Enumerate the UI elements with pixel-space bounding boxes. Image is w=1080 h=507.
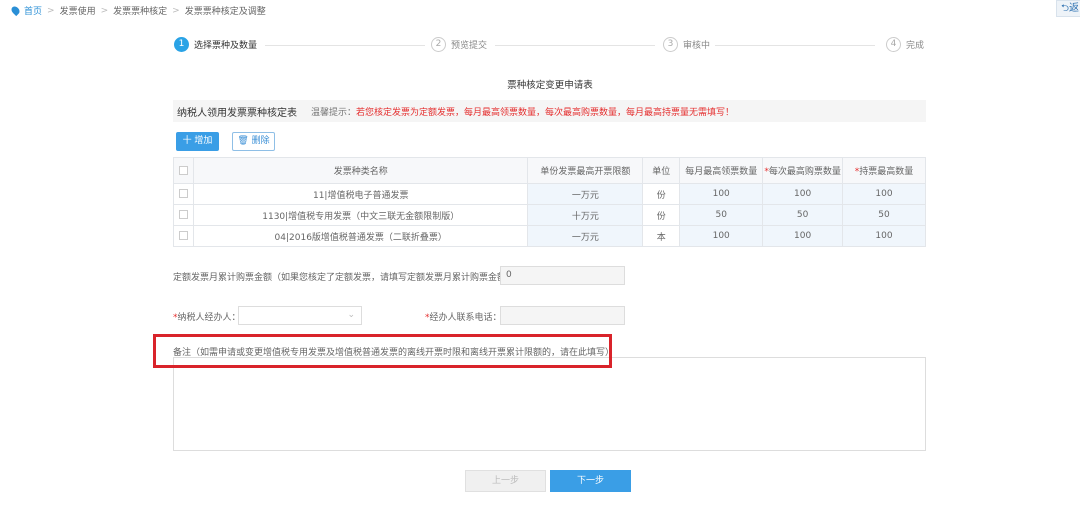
tip-prefix: 温馨提示：	[311, 107, 357, 118]
step-connector	[495, 45, 655, 46]
cell-unit: 份	[642, 183, 681, 205]
step-label: 选择票种及数量	[194, 41, 258, 51]
breadcrumb-item[interactable]: 发票票种核定	[113, 4, 167, 17]
step-connector	[265, 45, 425, 46]
form-title: 票种核定变更申请表	[507, 80, 593, 91]
step-3: 3 审核中	[663, 37, 710, 52]
step-number: 4	[886, 37, 901, 52]
highlight-box	[153, 334, 612, 368]
cell-holding: 100	[842, 225, 926, 247]
row-select-cell	[173, 183, 194, 205]
breadcrumb-current: 发票票种核定及调整	[184, 7, 266, 17]
return-button[interactable]: ⮌返	[1056, 0, 1080, 17]
step-label: 预览提交	[451, 41, 488, 51]
header-monthly: 每月最高领票数量	[679, 157, 764, 184]
breadcrumb-separator: >	[100, 5, 109, 16]
breadcrumb-item[interactable]: 发票使用	[60, 4, 96, 17]
cell-holding: 100	[842, 183, 926, 205]
delete-label: 删除	[251, 136, 270, 146]
table-row: 1130|增值税专用发票（中文三联无金额限制版） 十万元份 50 50 50	[173, 204, 926, 226]
breadcrumb: 首页 > 发票使用 > 发票票种核定 > 发票票种核定及调整	[9, 4, 266, 17]
table-row: 11|增值税电子普通发票 一万元份 100 100 100	[173, 183, 926, 205]
return-icon: ⮌	[1061, 3, 1070, 14]
step-1: 1 选择票种及数量	[174, 37, 257, 52]
cell-limit: 十万元	[527, 204, 644, 226]
agent-select[interactable]: ⌄	[238, 306, 362, 325]
quota-input[interactable]: 0	[500, 266, 625, 285]
quota-label: 定额发票月累计购票金额（如果您核定了定额发票，请填写定额发票月累计购票金额）：	[173, 273, 520, 283]
section-header: 纳税人领用发票票种核定表 温馨提示： 若您核定发票为定额发票，每月最高领票数量，…	[173, 100, 926, 122]
cell-name: 04|2016版增值税普通发票（二联折叠票）	[192, 225, 529, 247]
cell-unit: 份	[642, 204, 681, 226]
remark-textarea[interactable]	[173, 357, 926, 451]
cell-monthly: 100	[679, 183, 764, 205]
step-number: 2	[431, 37, 446, 52]
add-button[interactable]: 十 增加	[176, 132, 219, 151]
breadcrumb-separator: >	[47, 5, 55, 16]
select-all-checkbox[interactable]	[178, 165, 188, 175]
agent-label: *纳税人经办人：	[173, 313, 241, 323]
cell-per-purchase: 100	[762, 225, 844, 247]
cell-monthly: 100	[679, 225, 764, 247]
step-number: 1	[174, 37, 189, 52]
step-connector	[715, 45, 875, 46]
section-heading: 纳税人领用发票票种核定表	[177, 107, 297, 119]
tip-text: 若您核定发票为定额发票，每月最高领票数量，每次最高购票数量，每月最高持票量无需填…	[356, 107, 735, 118]
cell-limit: 一万元	[527, 225, 644, 247]
phone-input[interactable]	[500, 306, 625, 325]
next-button[interactable]: 下一步	[550, 470, 631, 492]
row-checkbox[interactable]	[178, 231, 188, 240]
cell-holding: 50	[842, 204, 926, 226]
cell-per-purchase: 100	[762, 183, 844, 205]
step-number: 3	[663, 37, 678, 52]
step-label: 审核中	[683, 41, 711, 51]
cell-unit: 本	[642, 225, 681, 247]
breadcrumb-home[interactable]: 首页	[24, 4, 42, 17]
return-label: 返	[1069, 3, 1080, 14]
cell-per-purchase: 50	[762, 204, 844, 226]
delete-button[interactable]: 🗑 删除	[232, 132, 275, 151]
invoice-type-table: 发票种类名称 单份发票最高开票限额 单位 每月最高领票数量 *每次最高购票数量 …	[173, 157, 926, 247]
cell-name: 11|增值税电子普通发票	[192, 183, 529, 205]
header-unit: 单位	[642, 157, 681, 184]
prev-button[interactable]: 上一步	[465, 470, 546, 492]
row-select-cell	[173, 204, 194, 226]
breadcrumb-separator: >	[172, 5, 180, 16]
step-4: 4 完成	[886, 37, 924, 52]
step-label: 完成	[906, 41, 925, 51]
header-name: 发票种类名称	[192, 157, 529, 184]
trash-icon: 🗑	[237, 136, 249, 146]
phone-label: *经办人联系电话：	[425, 313, 502, 323]
row-checkbox[interactable]	[178, 210, 188, 219]
chevron-down-icon: ⌄	[347, 310, 355, 320]
step-2: 2 预览提交	[431, 37, 487, 52]
location-pin-icon	[9, 4, 22, 17]
header-limit: 单份发票最高开票限额	[527, 157, 644, 184]
cell-name: 1130|增值税专用发票（中文三联无金额限制版）	[192, 204, 529, 226]
cell-monthly: 50	[679, 204, 764, 226]
header-per-purchase: *每次最高购票数量	[762, 157, 844, 184]
row-select-cell	[173, 225, 194, 247]
select-all-cell	[173, 157, 194, 184]
cell-limit: 一万元	[527, 183, 644, 205]
row-checkbox[interactable]	[178, 189, 188, 198]
table-row: 04|2016版增值税普通发票（二联折叠票） 一万元本 100 100 100	[173, 225, 926, 247]
header-holding: *持票最高数量	[842, 157, 926, 184]
